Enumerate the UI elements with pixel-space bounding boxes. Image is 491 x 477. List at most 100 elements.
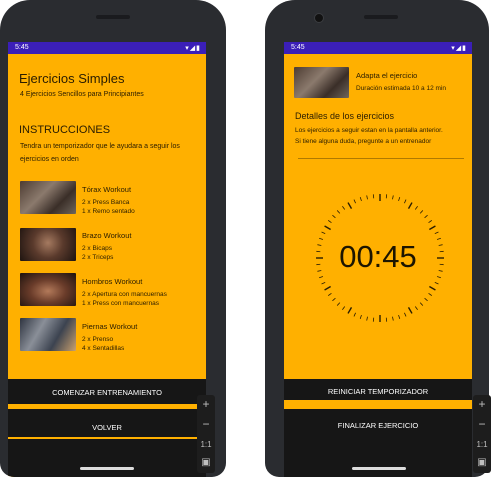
dial-tick xyxy=(342,205,346,210)
speaker-grille xyxy=(96,15,130,19)
speaker-grille xyxy=(364,15,398,19)
phone-frame-left: 5:45 ▾◢▮ Ejercicios Simples 4 Ejercicios… xyxy=(0,0,226,477)
dial-tick xyxy=(359,197,362,202)
zoom-controls: + − 1:1 ▣ xyxy=(473,395,491,473)
exercise-detail: 2 x Triceps xyxy=(82,254,114,261)
dial-tick xyxy=(353,312,356,317)
zoom-out-button[interactable]: − xyxy=(197,417,215,431)
zoom-in-button[interactable]: + xyxy=(473,397,491,411)
details-heading: Detalles de los ejercicios xyxy=(295,111,395,121)
dial-tick xyxy=(398,197,401,202)
app-title: Ejercicios Simples xyxy=(19,71,125,86)
exercise-name: Brazo Workout xyxy=(82,231,132,240)
zoom-in-button[interactable]: + xyxy=(197,397,215,411)
dial-tick xyxy=(407,202,413,209)
timer-screen: 5:45 ▾◢▮ Adapta el ejercicio Duración es… xyxy=(284,42,472,477)
dial-tick xyxy=(321,231,326,234)
exercise-name: Piernas Workout xyxy=(82,322,138,331)
dial-tick xyxy=(324,225,331,231)
start-workout-button[interactable]: COMENZAR ENTRENAMIENTO xyxy=(8,388,206,397)
dial-tick xyxy=(319,276,324,279)
exercise-title: Adapta el ejercicio xyxy=(356,71,418,80)
exercise-thumbnail xyxy=(20,181,76,214)
dial-tick xyxy=(353,199,356,204)
dial-tick xyxy=(414,205,418,210)
dial-tick xyxy=(428,220,433,224)
zoom-out-button[interactable]: − xyxy=(473,417,491,431)
dial-tick xyxy=(347,202,353,209)
exercise-detail: 2 x Apertura con mancuernas xyxy=(82,291,167,298)
back-button[interactable]: VOLVER xyxy=(8,423,206,432)
dial-tick xyxy=(336,302,341,306)
instructions-text-line1: Tendra un temporizador que le ayudara a … xyxy=(20,143,180,150)
dial-tick xyxy=(332,297,336,302)
exercise-detail: 1 x Remo sentado xyxy=(82,208,135,215)
timer-display: 00:45 xyxy=(339,239,417,274)
dial-tick xyxy=(404,312,407,317)
home-gesture-bar[interactable] xyxy=(352,467,406,470)
exercise-name: Hombros Workout xyxy=(82,277,143,286)
exercise-thumbnail xyxy=(20,273,76,306)
status-time: 5:45 xyxy=(15,44,29,51)
dial-tick xyxy=(359,314,362,319)
app-subtitle: 4 Ejercicios Sencillos para Principiante… xyxy=(20,91,144,98)
bottom-action-area: REINICIAR TEMPORIZADOR FINALIZAR EJERCIC… xyxy=(284,379,472,477)
dial-tick xyxy=(332,214,336,219)
details-text-line1: Los ejercicios a seguir estan en la pant… xyxy=(295,127,443,134)
phone-frame-right: 5:45 ▾◢▮ Adapta el ejercicio Duración es… xyxy=(265,0,489,477)
home-gesture-bar[interactable] xyxy=(80,467,134,470)
exercise-name: Tórax Workout xyxy=(82,185,132,194)
exercise-thumbnail xyxy=(20,228,76,261)
dial-tick xyxy=(419,302,424,306)
dial-tick xyxy=(321,282,326,285)
dial-tick xyxy=(324,285,331,291)
dial-tick xyxy=(414,306,418,311)
dial-tick xyxy=(342,306,346,311)
bottom-action-area: COMENZAR ENTRENAMIENTO VOLVER xyxy=(8,379,206,477)
details-text-line2: Si tiene alguna duda, pregunte a un entr… xyxy=(295,138,432,145)
dial-tick xyxy=(327,292,332,296)
dial-tick xyxy=(366,316,368,321)
dial-tick xyxy=(347,307,353,314)
dial-tick xyxy=(392,316,394,321)
dial-tick xyxy=(419,210,424,214)
exercise-detail: 1 x Press con mancuernas xyxy=(82,300,159,307)
screenshot-icon[interactable]: ▣ xyxy=(197,457,215,468)
exercise-detail: 2 x Prenso xyxy=(82,336,114,343)
exercise-detail: 2 x Bicaps xyxy=(82,245,112,252)
exercise-detail: 4 x Sentadillas xyxy=(82,345,125,352)
dial-tick xyxy=(398,314,401,319)
dial-tick xyxy=(424,297,428,302)
status-bar: 5:45 ▾◢▮ xyxy=(8,42,206,54)
dial-tick xyxy=(392,195,394,200)
dial-tick xyxy=(336,210,341,214)
status-icons: ▾◢▮ xyxy=(185,45,201,52)
zoom-reset-button[interactable]: 1:1 xyxy=(473,440,491,449)
dial-tick xyxy=(429,285,436,291)
dial-tick xyxy=(404,199,407,204)
section-divider xyxy=(298,158,464,159)
reset-timer-button[interactable]: REINICIAR TEMPORIZADOR xyxy=(284,387,472,396)
dial-tick xyxy=(428,292,433,296)
zoom-controls: + − 1:1 ▣ xyxy=(197,395,215,473)
instructions-heading: INSTRUCCIONES xyxy=(19,124,111,136)
dial-tick xyxy=(327,220,332,224)
exercise-list-screen: 5:45 ▾◢▮ Ejercicios Simples 4 Ejercicios… xyxy=(8,42,206,477)
finish-exercise-button[interactable]: FINALIZAR EJERCICIO xyxy=(284,421,472,430)
button-divider-bar xyxy=(284,400,472,409)
screenshot-icon[interactable]: ▣ xyxy=(473,457,491,468)
instructions-text-line2: ejercicios en orden xyxy=(20,156,79,163)
status-icons: ▾◢▮ xyxy=(451,45,467,52)
zoom-reset-button[interactable]: 1:1 xyxy=(197,440,215,449)
front-camera xyxy=(314,13,324,23)
button-underline xyxy=(8,437,206,439)
dial-tick xyxy=(366,195,368,200)
status-bar: 5:45 ▾◢▮ xyxy=(284,42,472,54)
exercise-thumbnail xyxy=(294,67,349,98)
button-divider-bar xyxy=(8,404,206,409)
dial-tick xyxy=(434,231,439,234)
dial-tick xyxy=(434,282,439,285)
dial-tick xyxy=(436,276,441,279)
dial-tick xyxy=(429,225,436,231)
dial-tick xyxy=(424,214,428,219)
